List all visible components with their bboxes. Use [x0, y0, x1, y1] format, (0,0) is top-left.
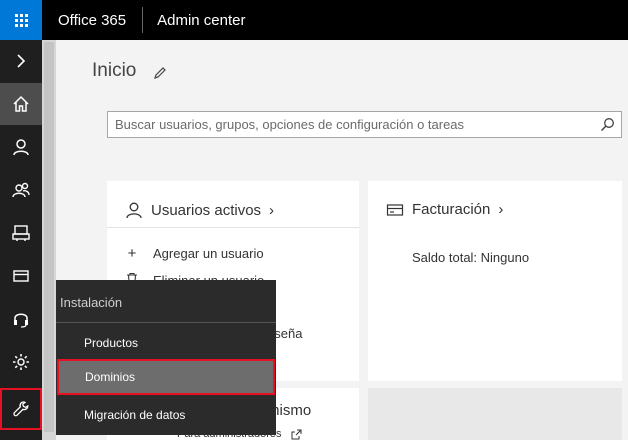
chevron-right-icon: ›: [269, 201, 275, 219]
search-box: [107, 111, 622, 138]
brand-link[interactable]: Office 365: [58, 12, 126, 29]
groups-icon: [12, 182, 30, 198]
wrench-icon: [13, 401, 29, 417]
top-bar: Office 365 Admin center: [0, 0, 628, 40]
billing-icon: [386, 203, 404, 216]
billing-icon: [13, 270, 29, 282]
nav-groups[interactable]: [0, 169, 42, 211]
nav-support[interactable]: [0, 298, 42, 340]
expand-nav-button[interactable]: [0, 40, 42, 82]
menu-item-products[interactable]: Productos: [56, 325, 276, 361]
nav-settings[interactable]: [0, 341, 42, 383]
left-nav-rail: [0, 40, 42, 440]
add-user-label: Agregar un usuario: [153, 246, 264, 261]
add-user-action[interactable]: + Agregar un usuario: [125, 245, 264, 262]
nav-home[interactable]: [0, 83, 42, 125]
waffle-icon: [14, 13, 28, 27]
nav-resources[interactable]: [0, 212, 42, 254]
flyout-divider: [56, 322, 276, 323]
support-icon: [14, 313, 28, 328]
card-divider: [107, 227, 359, 228]
nav-billing[interactable]: [0, 255, 42, 297]
external-link-icon: [291, 429, 302, 440]
active-users-header[interactable]: Usuarios activos ›: [125, 201, 274, 219]
topbar-divider: [142, 7, 144, 33]
billing-balance: Saldo total: Ninguno: [412, 250, 530, 265]
search-icon[interactable]: [600, 117, 615, 132]
billing-title: Facturación: [412, 201, 491, 218]
flyout-title: Instalación: [60, 295, 123, 310]
nav-users[interactable]: [0, 126, 42, 168]
billing-header[interactable]: Facturación ›: [386, 201, 503, 218]
home-icon: [13, 95, 29, 112]
search-input[interactable]: [108, 112, 598, 137]
edit-pencil-icon[interactable]: [153, 66, 167, 80]
setup-flyout-menu: Instalación Productos Dominios Migración…: [56, 280, 276, 435]
menu-item-domains[interactable]: Dominios: [57, 359, 275, 395]
bottom-right-card: [368, 388, 622, 440]
chevron-right-icon: [17, 54, 26, 68]
nav-setup[interactable]: [0, 388, 42, 430]
menu-item-data-migration[interactable]: Migración de datos: [56, 397, 276, 433]
page-title: Inicio: [92, 60, 137, 81]
resources-icon: [12, 225, 30, 241]
active-users-title: Usuarios activos: [151, 201, 262, 219]
app-launcher-button[interactable]: [0, 0, 42, 40]
user-icon: [13, 139, 29, 156]
user-icon: [126, 202, 142, 219]
billing-card: Facturación › Saldo total: Ninguno: [368, 181, 622, 381]
app-title[interactable]: Admin center: [157, 12, 245, 29]
settings-gear-icon: [13, 354, 29, 370]
plus-icon: +: [127, 245, 137, 262]
chevron-right-icon: ›: [498, 201, 504, 218]
nav-scrollbar[interactable]: [44, 42, 54, 432]
